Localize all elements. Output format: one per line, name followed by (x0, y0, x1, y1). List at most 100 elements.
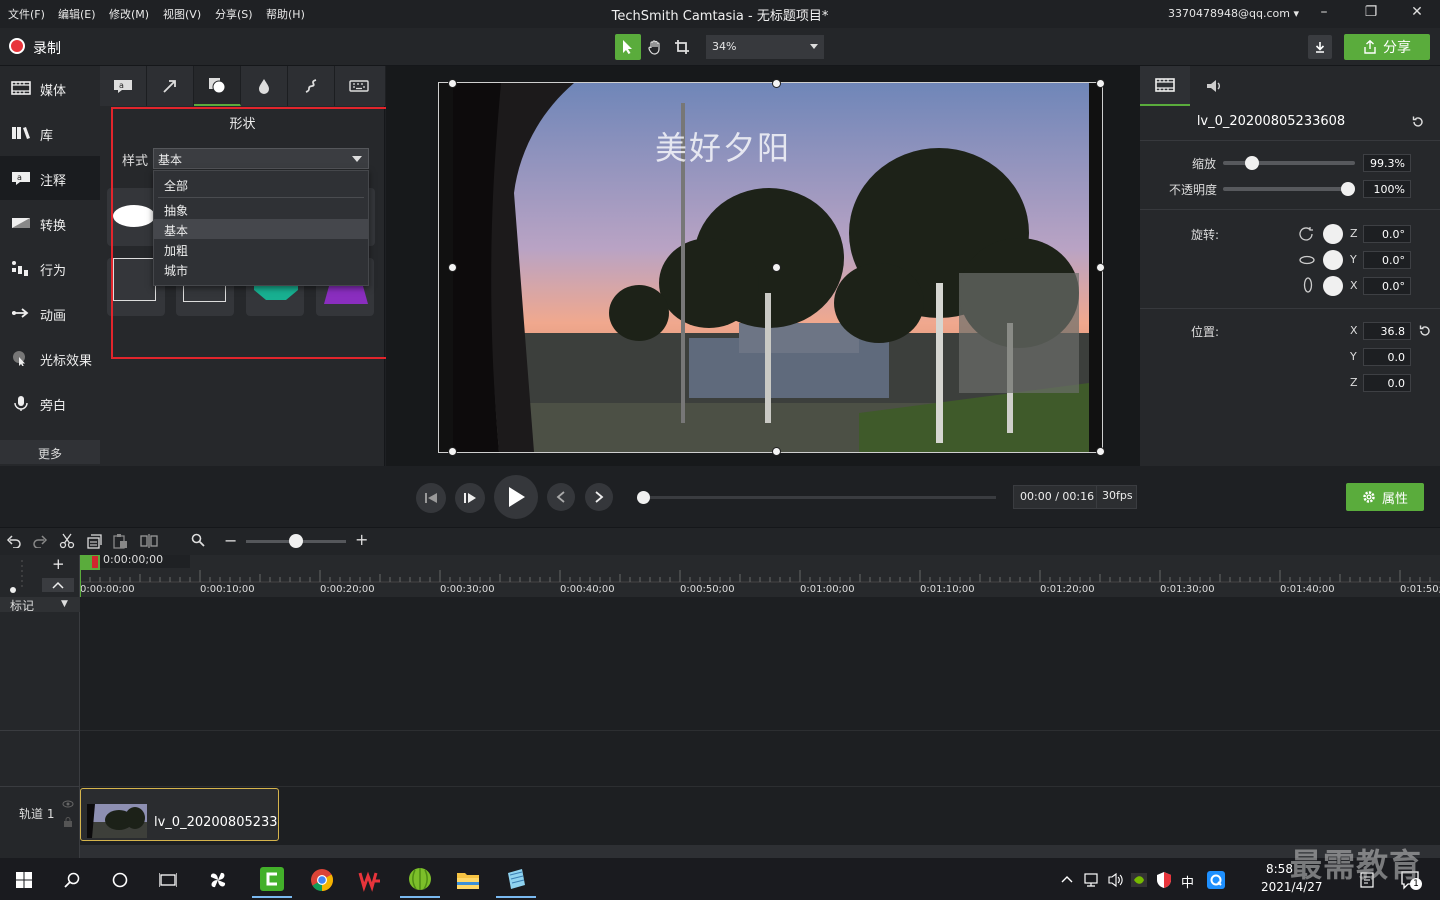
reset-icon[interactable] (1418, 324, 1432, 338)
close-button[interactable]: ✕ (1403, 4, 1431, 24)
reset-icon[interactable] (1411, 115, 1425, 129)
taskbar-app-pinwheel[interactable] (198, 862, 238, 898)
sidebar-item-voice-narration[interactable]: 旁白 (0, 381, 100, 425)
select-tool-button[interactable] (615, 34, 641, 60)
rotation-x-field[interactable]: 0.0° (1363, 277, 1411, 295)
sidebar-item-behaviors[interactable]: 行为 (0, 246, 100, 290)
opacity-slider-knob[interactable] (1341, 182, 1355, 196)
timeline-clip[interactable]: lv_0_20200805233608 (80, 788, 279, 841)
cut-scissors-icon[interactable] (59, 533, 75, 549)
playhead-handle[interactable] (80, 555, 100, 570)
cortana-button[interactable] (100, 862, 140, 898)
lock-icon[interactable] (63, 817, 73, 827)
menu-edit[interactable]: 编辑(E) (58, 6, 96, 22)
add-track-button[interactable]: + (52, 555, 65, 573)
taskbar-app-chrome[interactable] (302, 862, 342, 898)
tab-shapes[interactable] (194, 66, 241, 106)
resize-handle[interactable] (772, 447, 781, 456)
timeline-scrollbar[interactable] (80, 845, 1440, 858)
resize-handle[interactable] (448, 79, 457, 88)
redo-icon[interactable] (32, 534, 48, 548)
record-label[interactable]: 录制 (33, 38, 61, 58)
restore-button[interactable]: ❐ (1357, 4, 1385, 24)
account-menu[interactable]: 3370478948@qq.com ▾ (1168, 7, 1299, 20)
scale-slider[interactable] (1223, 156, 1355, 170)
rotation-z-field[interactable]: 0.0° (1363, 225, 1411, 243)
track-height-control[interactable] (7, 558, 37, 594)
opacity-field[interactable]: 100% (1363, 180, 1411, 198)
ime-indicator[interactable]: 中 (1181, 872, 1194, 891)
play-next-button[interactable] (455, 483, 485, 513)
position-z-field[interactable]: 0.0 (1363, 374, 1411, 392)
zoom-select[interactable]: 34% (706, 35, 824, 59)
taskbar-app-file-explorer[interactable] (448, 862, 488, 898)
properties-button[interactable]: 属性 (1346, 483, 1424, 511)
taskbar-app-camtasia[interactable] (252, 862, 292, 898)
sidebar-item-media[interactable]: 媒体 (0, 66, 100, 110)
tab-sketch-motion[interactable] (288, 66, 335, 106)
collapse-tracks-button[interactable] (42, 578, 74, 592)
security-shield-icon[interactable] (1156, 871, 1172, 889)
sidebar-item-annotations[interactable]: a 注释 (0, 156, 100, 200)
rotation-z-dial[interactable] (1323, 224, 1343, 244)
zoom-in-button[interactable]: + (355, 530, 368, 549)
record-icon[interactable] (9, 38, 25, 54)
more-button[interactable]: 更多 (0, 440, 100, 464)
network-icon[interactable] (1083, 872, 1101, 888)
timeline-ruler[interactable]: 0:00:00;00 0:00:10;00 0:00:20;00 0:00:30;00… (80, 555, 1440, 597)
sidebar-item-library[interactable]: 库 (0, 111, 100, 155)
crop-tool-button[interactable] (669, 34, 695, 60)
menu-file[interactable]: 文件(F) (8, 6, 45, 22)
resize-handle[interactable] (772, 79, 781, 88)
menu-modify[interactable]: 修改(M) (109, 6, 149, 22)
menu-share[interactable]: 分享(S) (215, 6, 253, 22)
volume-icon[interactable] (1107, 872, 1125, 888)
playback-scrubber[interactable] (643, 496, 996, 499)
pan-tool-button[interactable] (642, 34, 668, 60)
undo-icon[interactable] (6, 534, 22, 548)
menu-view[interactable]: 视图(V) (163, 6, 201, 22)
chevron-up-icon[interactable] (1061, 874, 1073, 884)
taskbar-search-button[interactable] (52, 862, 92, 898)
eye-icon[interactable] (62, 799, 74, 809)
sidebar-item-cursor-effects[interactable]: 光标效果 (0, 336, 100, 380)
nvidia-icon[interactable] (1131, 873, 1147, 887)
step-back-button[interactable] (416, 483, 446, 513)
position-x-field[interactable]: 36.8 (1363, 322, 1411, 340)
menu-help[interactable]: 帮助(H) (266, 6, 305, 22)
search-icon[interactable] (191, 533, 205, 547)
share-button[interactable]: 分享 (1344, 34, 1430, 60)
tab-audio-properties[interactable] (1190, 66, 1240, 106)
qq-app-icon[interactable] (1207, 871, 1225, 889)
clock-time[interactable]: 8:58 (1266, 862, 1293, 876)
marker-track-header[interactable]: 标记 ▼ (0, 597, 80, 613)
rotation-y-dial[interactable] (1323, 250, 1343, 270)
tab-arrows-lines[interactable] (147, 66, 194, 106)
rotation-y-field[interactable]: 0.0° (1363, 251, 1411, 269)
resize-handle[interactable] (1096, 79, 1105, 88)
resize-handle[interactable] (448, 447, 457, 456)
task-view-button[interactable] (148, 862, 188, 898)
timeline-tracks[interactable] (80, 597, 1440, 858)
split-icon[interactable] (140, 533, 158, 549)
tab-callouts[interactable]: a (100, 66, 147, 106)
opacity-slider[interactable] (1223, 182, 1355, 196)
sidebar-item-transitions[interactable]: 转换 (0, 201, 100, 245)
resize-handle[interactable] (1096, 263, 1105, 272)
zoom-out-button[interactable]: − (224, 531, 237, 550)
tab-visual-properties[interactable] (1140, 66, 1190, 106)
taskbar-app-melon[interactable] (400, 862, 440, 898)
rotation-x-dial[interactable] (1323, 276, 1343, 296)
resize-handle[interactable] (1096, 447, 1105, 456)
taskbar-app-wps[interactable] (350, 862, 390, 898)
next-marker-button[interactable] (585, 483, 613, 511)
sidebar-item-animations[interactable]: 动画 (0, 291, 100, 335)
resize-handle[interactable] (448, 263, 457, 272)
scrubber-knob[interactable] (637, 491, 650, 504)
copy-icon[interactable] (86, 534, 102, 550)
paste-icon[interactable] (112, 533, 128, 549)
tab-blur-highlight[interactable] (241, 66, 288, 106)
position-y-field[interactable]: 0.0 (1363, 348, 1411, 366)
previous-marker-button[interactable] (547, 483, 575, 511)
center-handle[interactable] (772, 263, 781, 272)
